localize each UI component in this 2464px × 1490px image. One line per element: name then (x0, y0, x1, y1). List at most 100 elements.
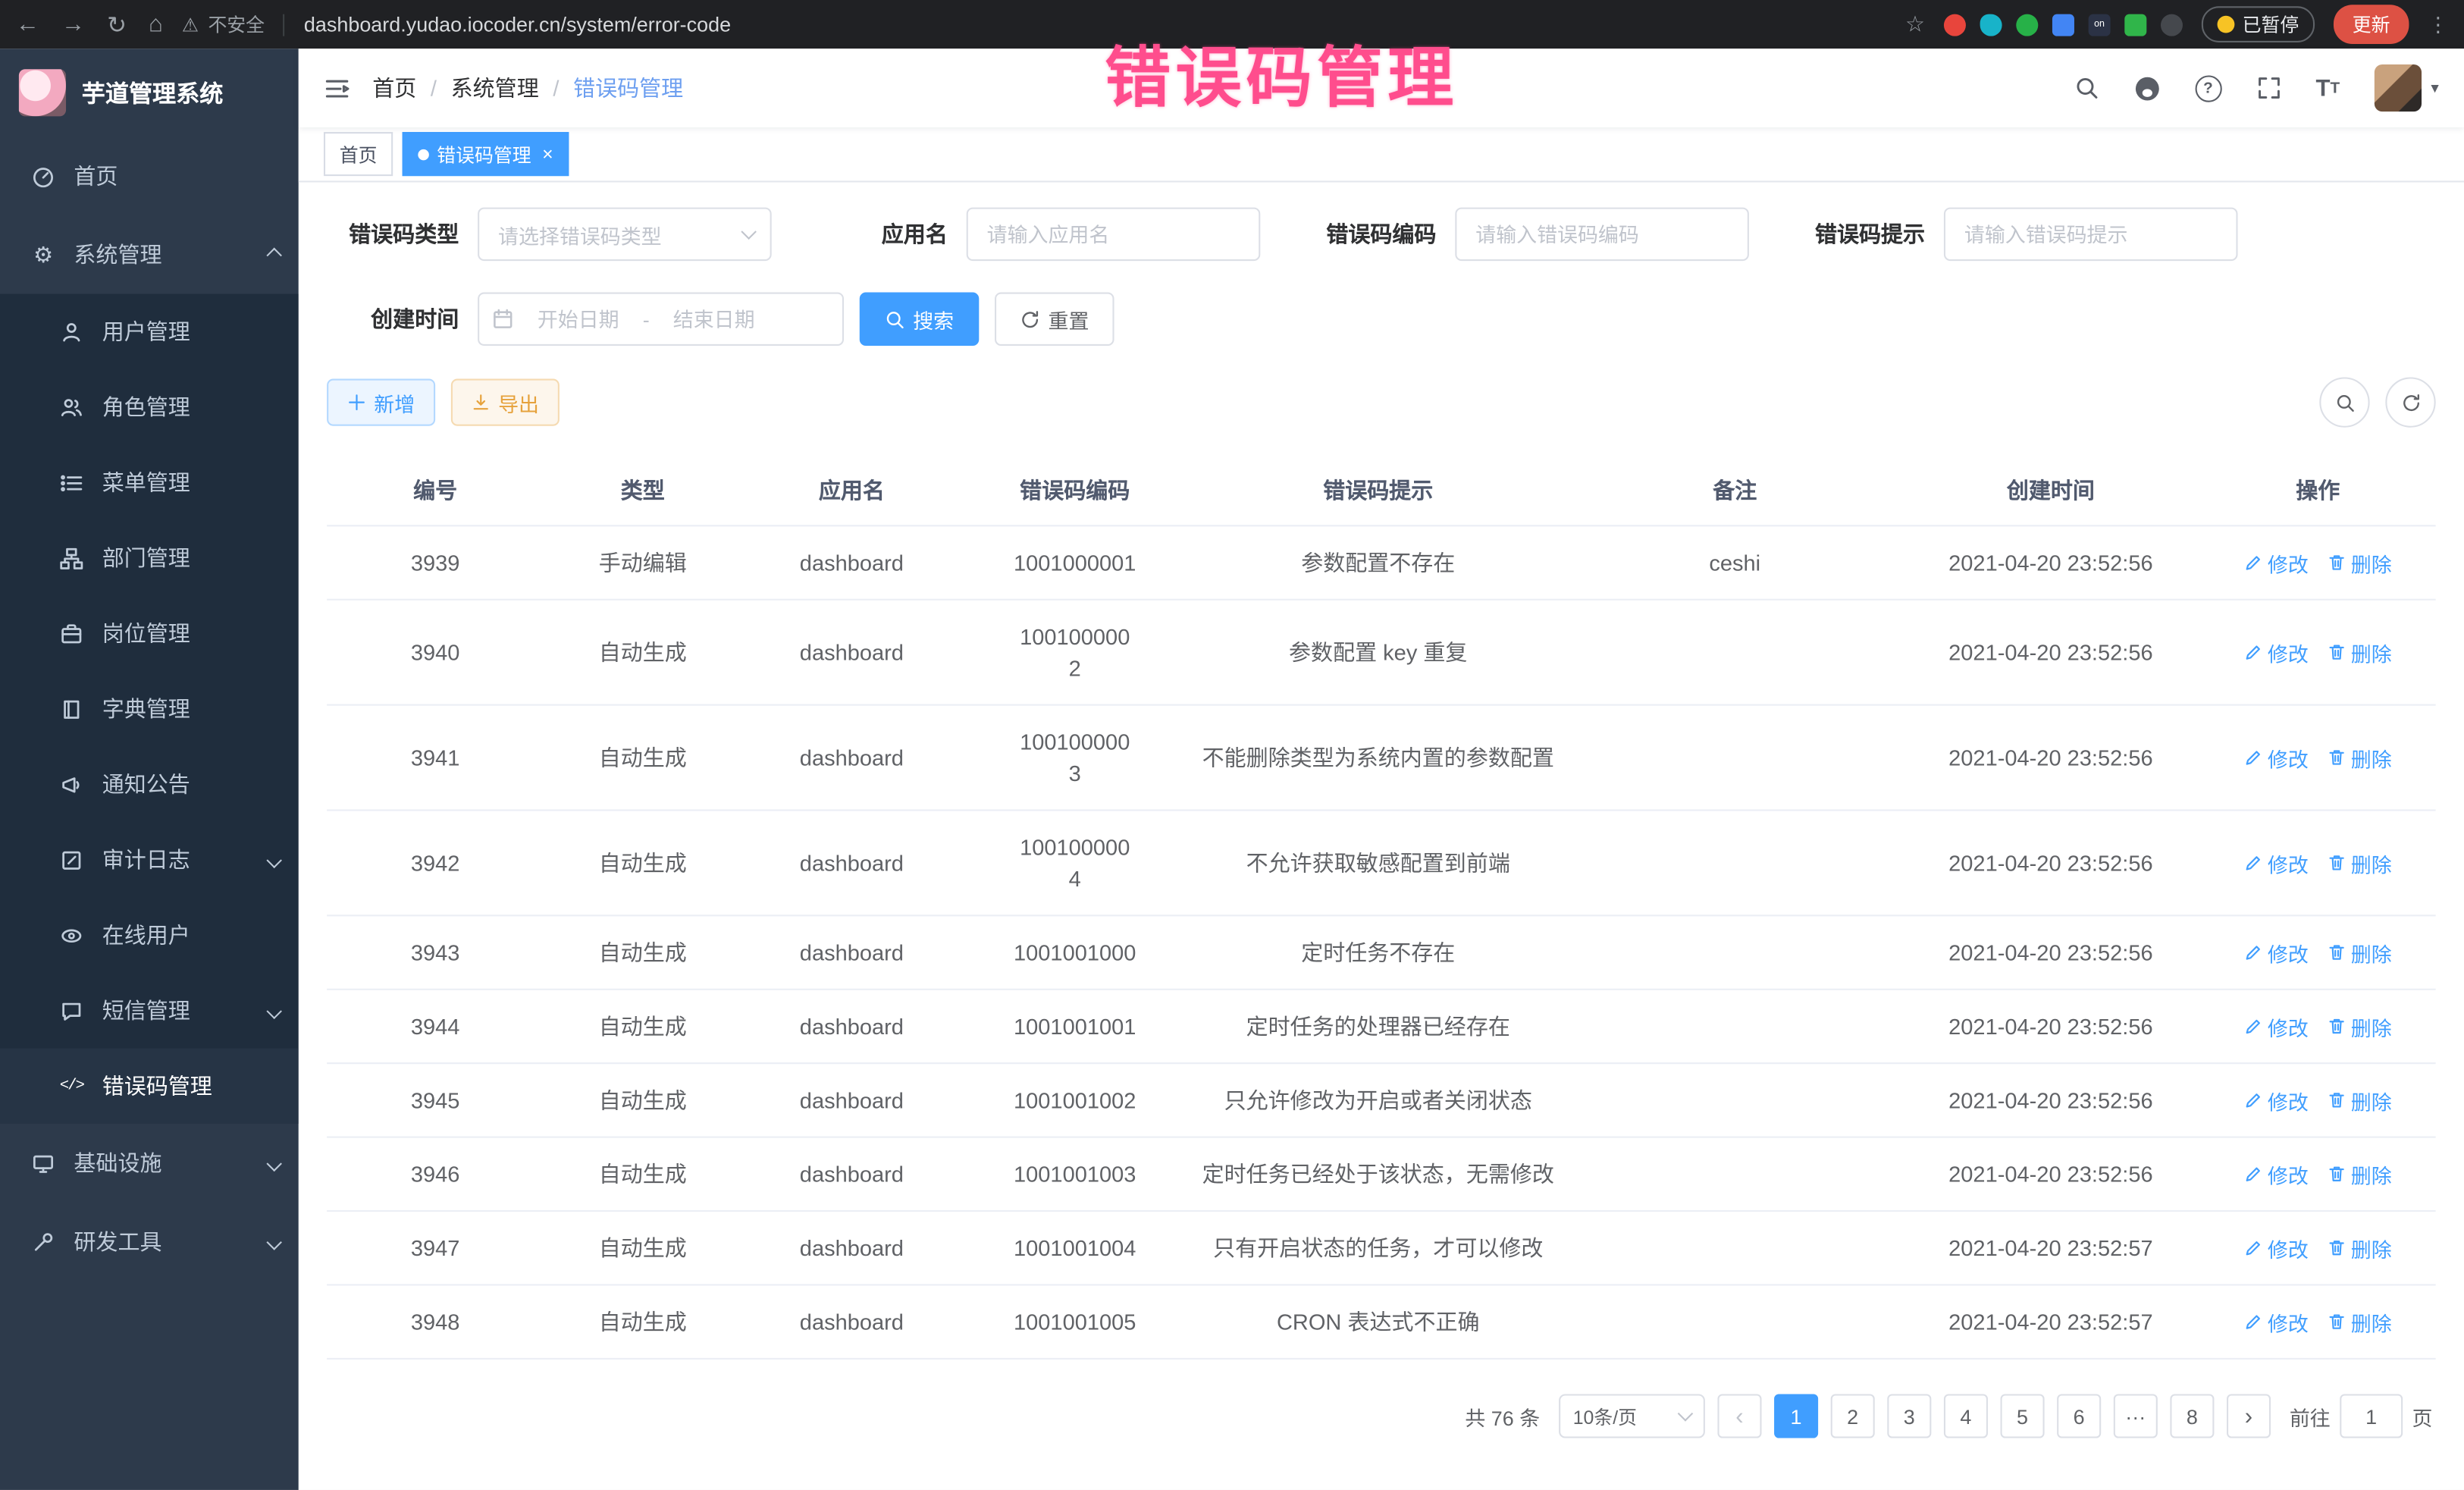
edit-link[interactable]: 修改 (2244, 937, 2309, 967)
forward-button[interactable]: → (61, 10, 85, 38)
back-button[interactable]: ← (16, 10, 39, 38)
fullscreen-icon[interactable] (2256, 75, 2281, 100)
home-button[interactable]: ⌂ (149, 10, 163, 38)
sidebar-item-error-code[interactable]: </> 错误码管理 (0, 1048, 299, 1123)
caret-down-icon: ▾ (2431, 80, 2438, 97)
error-msg-input[interactable] (1944, 208, 2238, 261)
sidebar-item-sms[interactable]: 短信管理 (0, 973, 299, 1048)
edit-icon (2244, 853, 2263, 872)
edit-link[interactable]: 修改 (2244, 547, 2309, 577)
date-range-picker[interactable]: - (478, 293, 844, 346)
sidebar-item-infra[interactable]: 基础设施 (0, 1124, 299, 1203)
delete-link[interactable]: 删除 (2328, 742, 2392, 772)
search-button[interactable]: 搜索 (860, 293, 980, 346)
address-bar[interactable]: dashboard.yudao.iocoder.cn/system/error-… (304, 13, 1886, 36)
delete-link[interactable]: 删除 (2328, 547, 2392, 577)
page-button[interactable]: 3 (1887, 1394, 1931, 1438)
edit-link[interactable]: 修改 (2244, 1085, 2309, 1115)
sidebar-item-system[interactable]: ⚙ 系统管理 (0, 215, 299, 294)
next-page-button[interactable]: › (2227, 1394, 2271, 1438)
cell-id: 3942 (327, 850, 544, 875)
delete-link[interactable]: 删除 (2328, 1012, 2392, 1041)
delete-link[interactable]: 删除 (2328, 848, 2392, 877)
github-icon[interactable] (2133, 74, 2160, 101)
edit-link[interactable]: 修改 (2244, 742, 2309, 772)
breadcrumb-system[interactable]: 系统管理 (451, 72, 539, 103)
sidebar-item-departments[interactable]: 部门管理 (0, 520, 299, 595)
error-type-select[interactable]: 请选择错误码类型 (478, 208, 772, 261)
sidebar-item-audit-log[interactable]: 审计日志 (0, 822, 299, 897)
sidebar-item-roles[interactable]: 角色管理 (0, 369, 299, 444)
table-row: 3939 手动编辑 dashboard 1001000001 参数配置不存在 c… (327, 526, 2436, 600)
sidebar-item-posts[interactable]: 岗位管理 (0, 596, 299, 671)
profile-paused-badge[interactable]: 已暂停 (2202, 6, 2315, 42)
tag-error-code[interactable]: 错误码管理 × (403, 132, 569, 176)
delete-link[interactable]: 删除 (2328, 637, 2392, 667)
extension-icon[interactable] (1980, 14, 2002, 36)
total-count: 共 76 条 (1465, 1401, 1540, 1431)
sidebar-item-devtools[interactable]: 研发工具 (0, 1203, 299, 1281)
app-name-input[interactable] (967, 208, 1261, 261)
extension-icon[interactable] (2052, 14, 2074, 36)
bookmark-star-icon[interactable]: ☆ (1905, 11, 1925, 38)
font-size-icon[interactable]: TT (2316, 74, 2340, 101)
edit-link[interactable]: 修改 (2244, 637, 2309, 667)
search-icon (2334, 392, 2355, 412)
hamburger-icon[interactable] (324, 74, 350, 101)
page-button[interactable]: 4 (1944, 1394, 1988, 1438)
sidebar-item-home[interactable]: 首页 (0, 136, 299, 215)
edit-link[interactable]: 修改 (2244, 1306, 2309, 1336)
prev-page-button[interactable]: ‹ (1717, 1394, 1761, 1438)
page-button[interactable]: 6 (2057, 1394, 2101, 1438)
search-icon[interactable] (2074, 75, 2099, 100)
edit-link[interactable]: 修改 (2244, 1012, 2309, 1041)
pager-ellipsis[interactable]: ··· (2114, 1394, 2158, 1438)
sidebar-item-online-users[interactable]: 在线用户 (0, 898, 299, 973)
browser-update-button[interactable]: 更新 (2334, 5, 2409, 44)
page-size-select[interactable]: 10条/页 (1559, 1394, 1705, 1438)
extension-icon[interactable] (2124, 14, 2146, 36)
sidebar-item-menus[interactable]: 菜单管理 (0, 445, 299, 520)
export-button[interactable]: 导出 (451, 379, 560, 426)
toggle-search-button[interactable] (2319, 377, 2369, 427)
cell-type: 自动生成 (544, 847, 741, 878)
extensions-puzzle-icon[interactable] (2161, 14, 2183, 36)
extension-icon[interactable] (2016, 14, 2038, 36)
page-button[interactable]: 2 (1831, 1394, 1875, 1438)
page-button[interactable]: 1 (1774, 1394, 1818, 1438)
add-button[interactable]: 新增 (327, 379, 435, 426)
delete-link[interactable]: 删除 (2328, 937, 2392, 967)
delete-link[interactable]: 删除 (2328, 1159, 2392, 1189)
goto-page-input[interactable] (2340, 1394, 2403, 1438)
sidebar-item-notice[interactable]: 通知公告 (0, 747, 299, 822)
delete-link[interactable]: 删除 (2328, 1085, 2392, 1115)
breadcrumb-current: 错误码管理 (573, 72, 683, 103)
edit-link[interactable]: 修改 (2244, 848, 2309, 877)
delete-link[interactable]: 删除 (2328, 1306, 2392, 1336)
sidebar-item-users[interactable]: 用户管理 (0, 294, 299, 369)
sidebar-item-dict[interactable]: 字典管理 (0, 671, 299, 746)
start-date-input[interactable] (520, 306, 636, 332)
extension-icon[interactable]: on (2089, 14, 2111, 36)
cell-time: 2021-04-20 23:52:56 (1901, 1162, 2200, 1187)
help-icon[interactable]: ? (2195, 74, 2221, 101)
reset-button[interactable]: 重置 (995, 293, 1114, 346)
edit-link[interactable]: 修改 (2244, 1159, 2309, 1189)
reload-button[interactable]: ↻ (107, 10, 127, 38)
user-menu[interactable]: ▾ (2375, 64, 2439, 111)
refresh-table-button[interactable] (2385, 377, 2435, 427)
tag-home[interactable]: 首页 (324, 132, 393, 176)
page-button[interactable]: 8 (2170, 1394, 2214, 1438)
end-date-input[interactable] (656, 306, 772, 332)
page-button[interactable]: 5 (2000, 1394, 2044, 1438)
browser-menu-icon[interactable]: ⋮ (2428, 12, 2448, 37)
security-indicator[interactable]: ⚠ 不安全 (182, 11, 265, 38)
edit-link[interactable]: 修改 (2244, 1233, 2309, 1263)
close-icon[interactable]: × (542, 143, 553, 165)
edit-icon (2244, 748, 2263, 767)
delete-link[interactable]: 删除 (2328, 1233, 2392, 1263)
extension-icon[interactable] (1944, 14, 1966, 36)
error-code-input[interactable] (1455, 208, 1749, 261)
breadcrumb-home[interactable]: 首页 (372, 72, 416, 103)
goto-label: 前往 (2290, 1401, 2331, 1431)
